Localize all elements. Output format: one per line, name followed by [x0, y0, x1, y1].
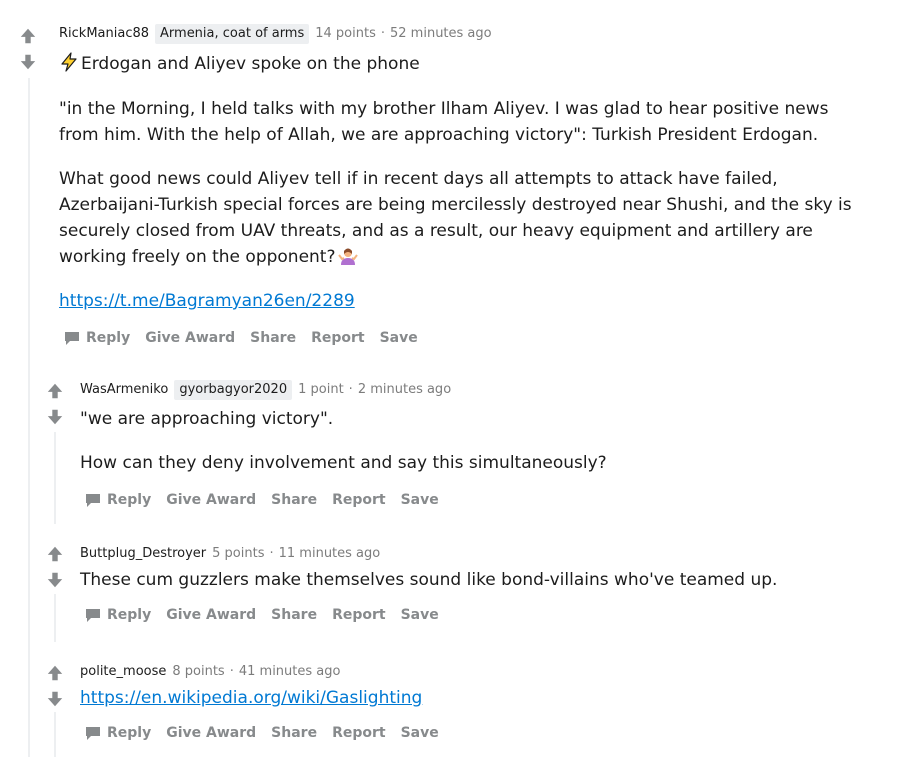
comment-title-line: Erdogan and Aliyev spoke on the phone [59, 51, 859, 77]
separator-dot: · [380, 26, 385, 41]
share-button[interactable]: Share [271, 492, 317, 508]
comment-link[interactable]: https://en.wikipedia.org/wiki/Gaslightin… [80, 688, 422, 708]
give-award-button[interactable]: Give Award [166, 607, 256, 623]
timestamp[interactable]: 52 minutes ago [390, 25, 492, 43]
arrow-up-icon [47, 546, 63, 562]
score: 5 points [212, 546, 265, 561]
comment-paragraph: How can they deny involvement and say th… [80, 453, 607, 473]
comment-meta: Buttplug_Destroyer 5 points · 11 minutes… [80, 545, 860, 563]
save-button[interactable]: Save [380, 330, 418, 346]
thread-line-main[interactable] [28, 78, 30, 757]
comment-title: Erdogan and Aliyev spoke on the phone [81, 54, 420, 74]
username[interactable]: RickManiac88 [59, 25, 149, 43]
comment: RickManiac88 Armenia, coat of arms 14 po… [59, 24, 859, 350]
reply-label: Reply [107, 492, 152, 508]
arrow-down-icon [47, 409, 63, 425]
comment-body: These cum guzzlers make themselves sound… [80, 567, 860, 593]
comment: WasArmeniko gyorbagyor2020 1 point · 2 m… [80, 380, 860, 512]
vote-column [43, 661, 67, 711]
comment-paragraph: "in the Morning, I held talks with my br… [59, 99, 829, 145]
comment-meta: WasArmeniko gyorbagyor2020 1 point · 2 m… [80, 380, 860, 400]
lightning-bolt-icon [59, 52, 79, 72]
separator-dot: · [269, 546, 274, 561]
comment-body: https://en.wikipedia.org/wiki/Gaslightin… [80, 685, 860, 711]
comment-actions: Reply Give Award Share Report Save [64, 326, 859, 350]
thread-line-reply-2[interactable] [54, 594, 56, 642]
downvote-button[interactable] [16, 50, 40, 74]
user-flair: gyorbagyor2020 [174, 380, 293, 400]
share-button[interactable]: Share [271, 607, 317, 623]
vote-column [43, 379, 67, 429]
speech-bubble-icon [85, 607, 101, 623]
upvote-button[interactable] [43, 661, 67, 685]
username[interactable]: Buttplug_Destroyer [80, 545, 206, 563]
reply-button[interactable]: Reply [85, 492, 151, 508]
separator-dot: · [229, 664, 234, 679]
save-button[interactable]: Save [401, 725, 439, 741]
speech-bubble-icon [85, 725, 101, 741]
reply-label: Reply [107, 725, 152, 741]
reply-button[interactable]: Reply [64, 330, 130, 346]
comment-actions: Reply Give Award Share Report Save [85, 603, 860, 627]
reply-button[interactable]: Reply [85, 607, 151, 623]
comment: polite_moose 8 points · 41 minutes ago h… [80, 663, 860, 745]
username[interactable]: polite_moose [80, 663, 166, 681]
vote-column [43, 542, 67, 592]
score: 1 point [298, 382, 344, 397]
arrow-down-icon [20, 54, 36, 70]
comment-body: "we are approaching victory". How can th… [80, 406, 860, 476]
comment-paragraph-text: What good news could Aliyev tell if in r… [59, 169, 852, 267]
timestamp[interactable]: 2 minutes ago [358, 381, 451, 399]
timestamp[interactable]: 41 minutes ago [239, 663, 341, 681]
score: 8 points [172, 664, 225, 679]
save-button[interactable]: Save [401, 492, 439, 508]
give-award-button[interactable]: Give Award [166, 725, 256, 741]
report-button[interactable]: Report [311, 330, 365, 346]
arrow-up-icon [47, 665, 63, 681]
downvote-button[interactable] [43, 687, 67, 711]
share-button[interactable]: Share [271, 725, 317, 741]
comment-paragraph: "we are approaching victory". [80, 409, 334, 429]
comment: Buttplug_Destroyer 5 points · 11 minutes… [80, 545, 860, 627]
person-shrugging-icon [337, 246, 358, 266]
report-button[interactable]: Report [332, 492, 386, 508]
comment-actions: Reply Give Award Share Report Save [85, 721, 860, 745]
give-award-button[interactable]: Give Award [145, 330, 235, 346]
report-button[interactable]: Report [332, 607, 386, 623]
reply-button[interactable]: Reply [85, 725, 151, 741]
reply-label: Reply [107, 607, 152, 623]
upvote-button[interactable] [16, 24, 40, 48]
comment-meta: polite_moose 8 points · 41 minutes ago [80, 663, 860, 681]
arrow-down-icon [47, 691, 63, 707]
save-button[interactable]: Save [401, 607, 439, 623]
arrow-up-icon [47, 383, 63, 399]
speech-bubble-icon [85, 492, 101, 508]
upvote-button[interactable] [43, 542, 67, 566]
speech-bubble-icon [64, 330, 80, 346]
downvote-button[interactable] [43, 405, 67, 429]
comment-meta: RickManiac88 Armenia, coat of arms 14 po… [59, 24, 859, 44]
arrow-up-icon [20, 28, 36, 44]
comment-paragraph: What good news could Aliyev tell if in r… [59, 166, 859, 270]
thread-line-reply-3[interactable] [54, 712, 56, 757]
timestamp[interactable]: 11 minutes ago [279, 545, 381, 563]
comment-body: Erdogan and Aliyev spoke on the phone "i… [59, 51, 859, 314]
comment-paragraph: These cum guzzlers make themselves sound… [80, 570, 778, 590]
thread-line-reply-1[interactable] [54, 432, 56, 524]
downvote-button[interactable] [43, 568, 67, 592]
user-flair: Armenia, coat of arms [155, 24, 310, 44]
report-button[interactable]: Report [332, 725, 386, 741]
comment-link[interactable]: https://t.me/Bagramyan26en/2289 [59, 291, 355, 311]
upvote-button[interactable] [43, 379, 67, 403]
score: 14 points [315, 26, 376, 41]
comment-actions: Reply Give Award Share Report Save [85, 488, 860, 512]
vote-column [16, 24, 40, 74]
reply-label: Reply [86, 330, 131, 346]
share-button[interactable]: Share [250, 330, 296, 346]
separator-dot: · [348, 382, 353, 397]
username[interactable]: WasArmeniko [80, 381, 168, 399]
give-award-button[interactable]: Give Award [166, 492, 256, 508]
arrow-down-icon [47, 572, 63, 588]
